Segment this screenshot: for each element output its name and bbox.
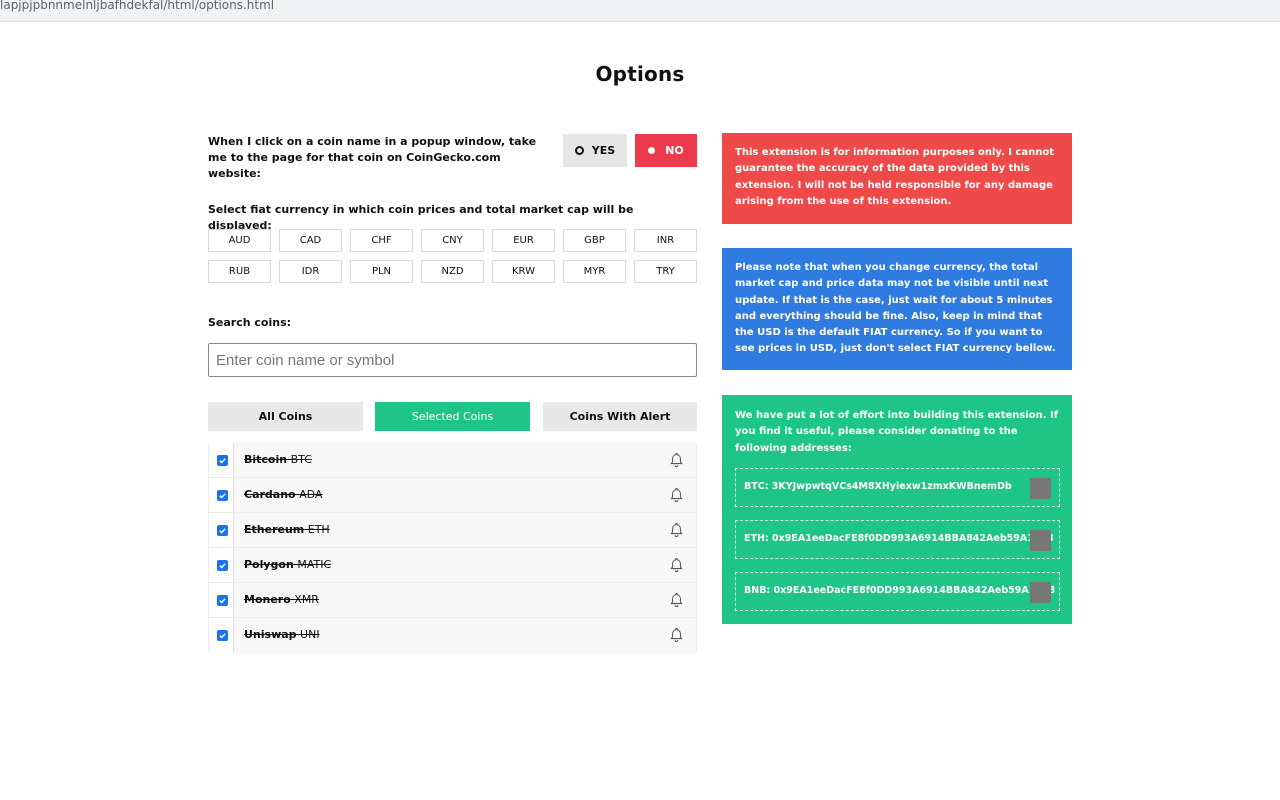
eth-address[interactable]: ETH: 0x9EA1eeDacFE8f0DD993A6914BBA842Aeb… <box>735 520 1060 559</box>
coin-list: Bitcoin BTC Cardano ADA Ethereum ETH Polygo… <box>208 443 697 653</box>
coin-label[interactable]: Ethereum ETH <box>244 523 330 536</box>
coin-symbol: UNI <box>300 628 320 641</box>
bnb-address-label: BNB: 0x9EA1eeDacFE8f0DD993A6914BBA842Aeb… <box>744 585 1056 597</box>
coin-symbol: XMR <box>294 593 319 606</box>
disclaimer-notice: This extension is for information purpos… <box>722 133 1072 224</box>
coin-row[interactable]: Bitcoin BTC <box>209 443 696 478</box>
bell-icon[interactable] <box>669 627 684 643</box>
currency-button-krw[interactable]: KRW <box>492 260 555 283</box>
currency-button-cad[interactable]: CAD <box>279 229 342 252</box>
disclaimer-text: This extension is for information purpos… <box>735 147 1055 207</box>
currency-notice: Please note that when you change currenc… <box>722 248 1072 370</box>
qr-code-icon[interactable] <box>1030 478 1051 499</box>
yes-button[interactable]: YES <box>563 134 627 167</box>
popup-setting-label: When I click on a coin name in a popup w… <box>208 135 537 180</box>
donation-panel: We have put a lot of effort into buildin… <box>722 395 1072 624</box>
radio-on-icon <box>648 147 656 154</box>
coin-symbol: BTC <box>290 453 312 466</box>
coin-symbol: ETH <box>307 523 330 536</box>
coin-symbol: ADA <box>299 488 323 501</box>
checkbox-cell <box>209 513 234 547</box>
bell-icon[interactable] <box>669 487 684 503</box>
address-bar[interactable]: lapjpjpbnnmelnljbafhdekfal/html/options.… <box>0 0 1280 22</box>
currency-button-pln[interactable]: PLN <box>350 260 413 283</box>
checkbox-cell <box>209 548 234 582</box>
search-input[interactable] <box>208 343 697 377</box>
checkbox-cell <box>209 583 234 617</box>
coin-checkbox[interactable] <box>217 595 228 606</box>
currency-button-try[interactable]: TRY <box>634 260 697 283</box>
currency-note-text: Please note that when you change currenc… <box>735 262 1056 355</box>
coin-label[interactable]: Uniswap UNI <box>244 628 320 641</box>
checkbox-cell <box>209 443 234 477</box>
bell-icon[interactable] <box>669 592 684 608</box>
coin-checkbox[interactable] <box>217 560 228 571</box>
coin-name: Polygon <box>244 558 294 571</box>
tab-all-coins[interactable]: All Coins <box>208 402 363 431</box>
currency-button-chf[interactable]: CHF <box>350 229 413 252</box>
coin-name: Bitcoin <box>244 453 288 466</box>
eth-address-label: ETH: 0x9EA1eeDacFE8f0DD993A6914BBA842Aeb… <box>744 533 1054 545</box>
currency-button-gbp[interactable]: GBP <box>563 229 626 252</box>
page-title: Options <box>595 62 685 86</box>
coin-name: Cardano <box>244 488 296 501</box>
coin-name: Uniswap <box>244 628 297 641</box>
coin-symbol: MATIC <box>297 558 332 571</box>
coin-row[interactable]: Polygon MATIC <box>209 548 696 583</box>
checkbox-cell <box>209 478 234 512</box>
yes-label: YES <box>591 144 616 157</box>
coin-row[interactable]: Uniswap UNI <box>209 618 696 653</box>
qr-code-icon[interactable] <box>1030 530 1051 551</box>
currency-button-aud[interactable]: AUD <box>208 229 271 252</box>
currency-button-inr[interactable]: INR <box>634 229 697 252</box>
currency-button-myr[interactable]: MYR <box>563 260 626 283</box>
coin-label[interactable]: Bitcoin BTC <box>244 453 312 466</box>
donate-text: We have put a lot of effort into buildin… <box>735 410 1059 454</box>
coin-label[interactable]: Cardano ADA <box>244 488 322 501</box>
coin-name: Monero <box>244 593 291 606</box>
coin-row[interactable]: Ethereum ETH <box>209 513 696 548</box>
no-label: NO <box>665 144 684 157</box>
search-label: Search coins: <box>208 316 292 329</box>
tab-coins-with-alert[interactable]: Coins With Alert <box>543 402 697 431</box>
radio-off-icon <box>574 146 584 155</box>
coin-row[interactable]: Monero XMR <box>209 583 696 618</box>
coin-name: Ethereum <box>244 523 305 536</box>
currency-button-cny[interactable]: CNY <box>421 229 484 252</box>
checkbox-cell <box>209 618 234 653</box>
currency-button-eur[interactable]: EUR <box>492 229 555 252</box>
tab-selected-coins[interactable]: Selected Coins <box>375 402 530 431</box>
bell-icon[interactable] <box>669 452 684 468</box>
coin-checkbox[interactable] <box>217 455 228 466</box>
currency-button-nzd[interactable]: NZD <box>421 260 484 283</box>
coin-checkbox[interactable] <box>217 525 228 536</box>
no-button[interactable]: NO <box>635 134 697 167</box>
coin-label[interactable]: Polygon MATIC <box>244 558 331 571</box>
currency-button-rub[interactable]: RUB <box>208 260 271 283</box>
coin-checkbox[interactable] <box>217 630 228 641</box>
coin-label[interactable]: Monero XMR <box>244 593 319 606</box>
coin-row[interactable]: Cardano ADA <box>209 478 696 513</box>
bell-icon[interactable] <box>669 557 684 573</box>
url-text[interactable]: lapjpjpbnnmelnljbafhdekfal/html/options.… <box>0 0 274 12</box>
bnb-address[interactable]: BNB: 0x9EA1eeDacFE8f0DD993A6914BBA842Aeb… <box>735 572 1060 611</box>
coin-checkbox[interactable] <box>217 490 228 501</box>
btc-address[interactable]: BTC: 3KYJwpwtqVCs4M8XHyiexw1zmxKWBnemDb <box>735 468 1060 507</box>
currency-button-idr[interactable]: IDR <box>279 260 342 283</box>
btc-address-label: BTC: 3KYJwpwtqVCs4M8XHyiexw1zmxKWBnemDb <box>744 481 1012 493</box>
bell-icon[interactable] <box>669 522 684 538</box>
qr-code-icon[interactable] <box>1030 582 1051 603</box>
